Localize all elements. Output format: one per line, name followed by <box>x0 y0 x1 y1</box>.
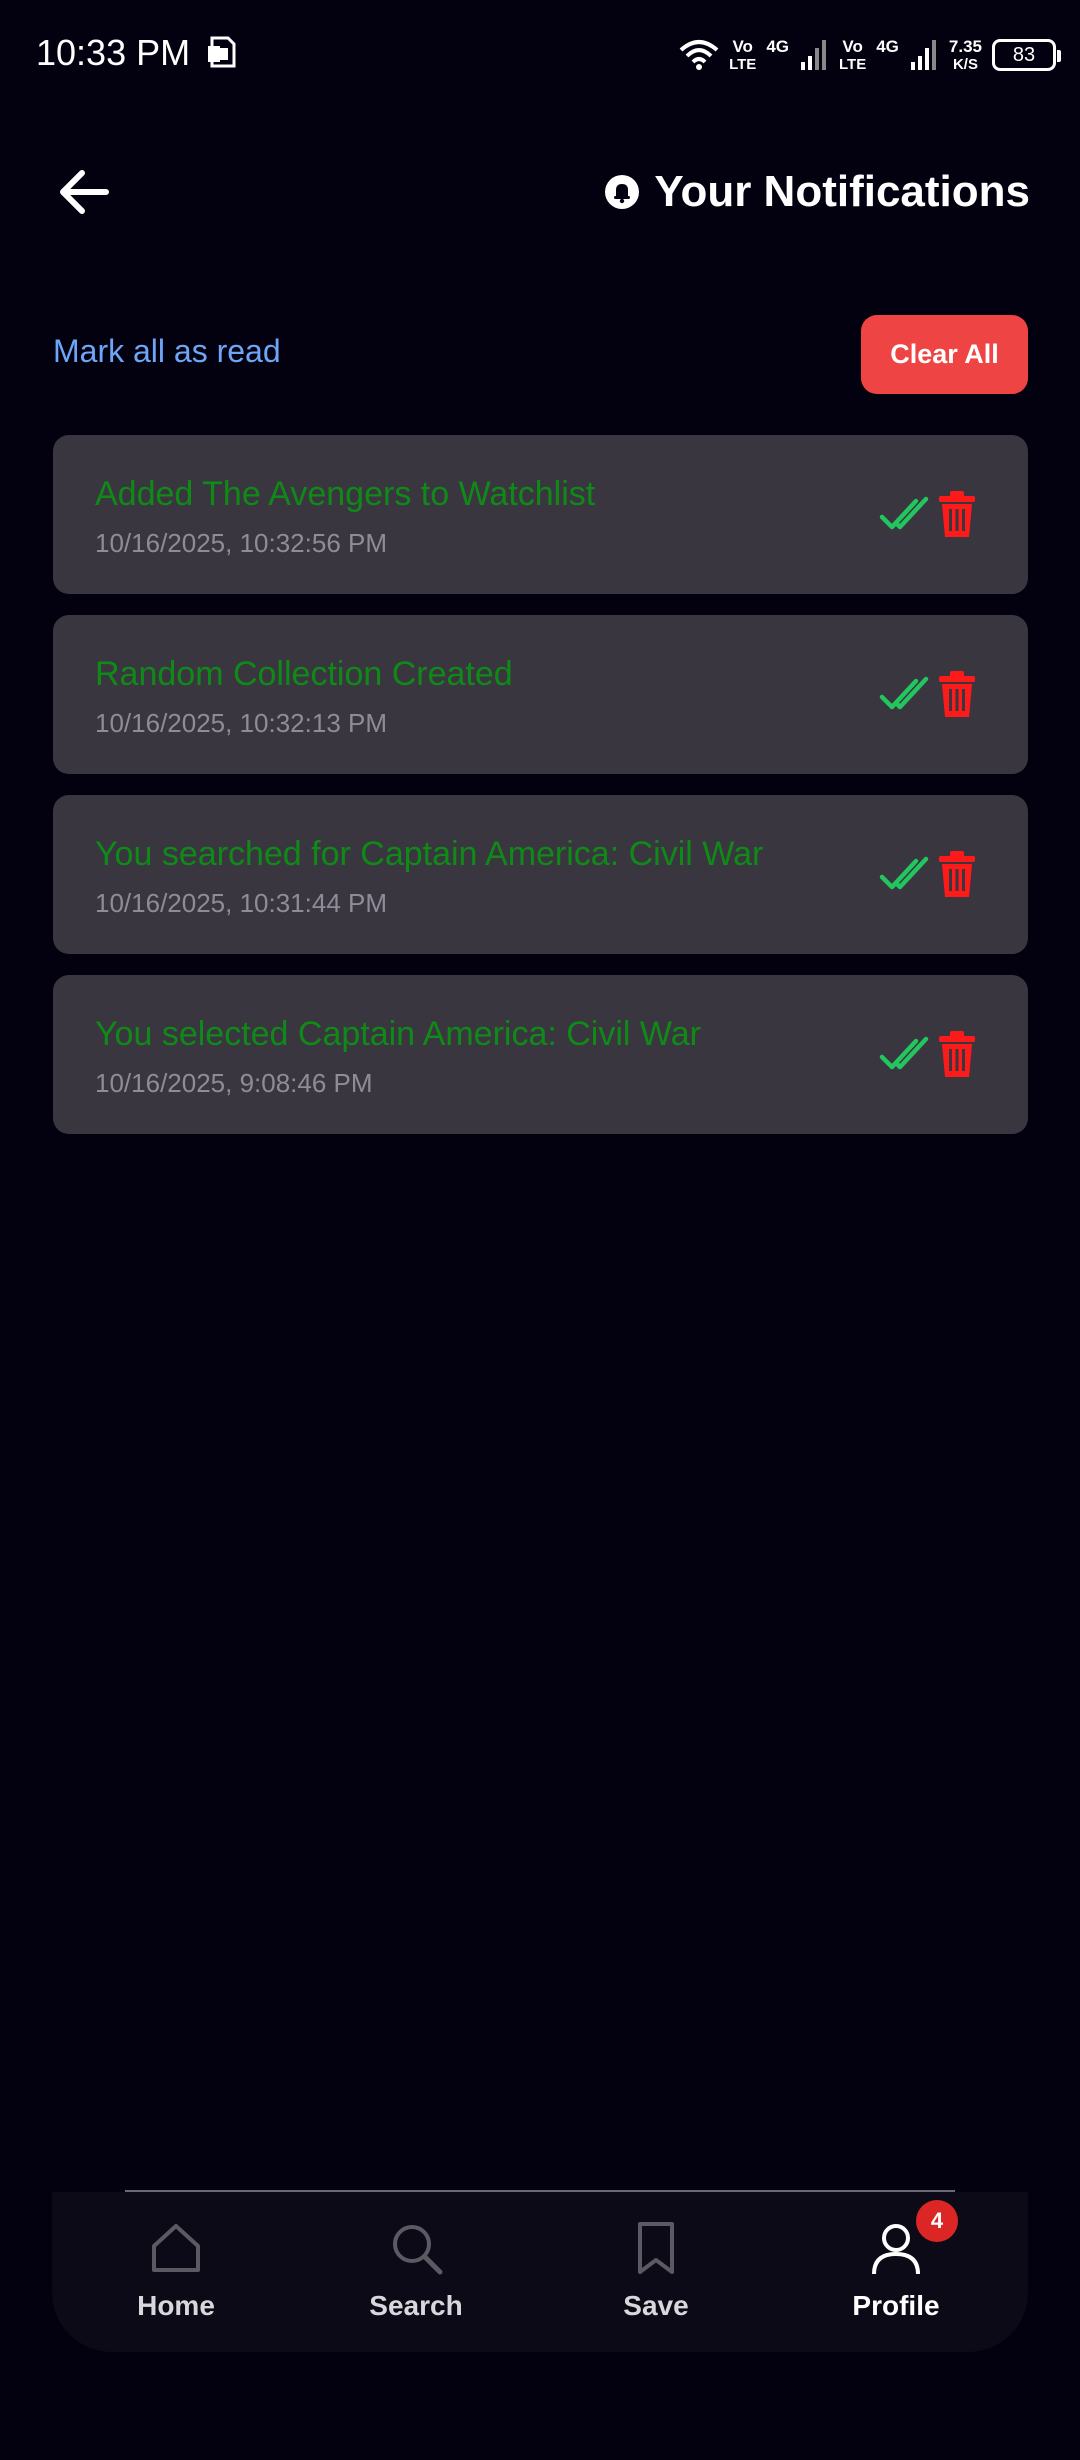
nav-label-save: Save <box>623 2290 689 2321</box>
volte-2-top: Vo <box>842 37 863 56</box>
bell-icon <box>605 175 640 209</box>
user-icon <box>872 2224 920 2275</box>
nav-item-home[interactable]: Home <box>56 2192 296 2352</box>
notification-title: You searched for Captain America: Civil … <box>95 835 764 873</box>
network-speed-unit: K/S <box>952 56 978 73</box>
wifi-icon <box>679 40 719 70</box>
trash-icon[interactable] <box>937 1029 977 1079</box>
notification-time: 10/16/2025, 10:31:44 PM <box>95 888 388 918</box>
trash-icon[interactable] <box>937 669 977 719</box>
nav-label-home: Home <box>137 2290 215 2321</box>
network-4g-1-label: 4G <box>766 37 789 56</box>
sim-card-icon <box>208 36 236 68</box>
network-4g-2-label: 4G <box>876 37 899 56</box>
trash-icon[interactable] <box>937 849 977 899</box>
notification-list: Added The Avengers to Watchlist 10/16/20… <box>53 435 1028 1155</box>
arrow-left-icon <box>60 170 109 214</box>
network-4g-2: 4G <box>876 38 899 72</box>
nav-label-profile: Profile <box>852 2290 940 2321</box>
notification-card[interactable]: You selected Captain America: Civil War … <box>53 975 1028 1134</box>
back-button[interactable] <box>52 160 116 224</box>
status-indicators: Vo LTE 4G Vo LTE 4G 7.35 K/S 83 <box>679 30 1061 80</box>
network-speed-value: 7.35 <box>948 37 982 56</box>
notification-card[interactable]: Random Collection Created 10/16/2025, 10… <box>53 615 1028 774</box>
volte-indicator-1: Vo LTE <box>729 38 756 72</box>
notification-time: 10/16/2025, 10:32:56 PM <box>95 528 388 558</box>
network-4g-1: 4G <box>766 38 789 72</box>
notification-title: You selected Captain America: Civil War <box>95 1015 701 1053</box>
signal-icon-2 <box>910 40 936 70</box>
notification-count-badge: 4 <box>916 2200 958 2242</box>
battery-icon: 83 <box>992 39 1061 71</box>
status-time: 10:33 PM <box>36 32 191 73</box>
volte-indicator-2: Vo LTE <box>839 38 866 72</box>
double-check-icon[interactable] <box>879 1033 931 1075</box>
notification-card[interactable]: You searched for Captain America: Civil … <box>53 795 1028 954</box>
page-title: Your Notifications <box>654 167 1030 216</box>
notifications-screen: 10:33 PM Vo LTE 4G Vo LTE 4G 7.35 K/S 83… <box>0 0 1080 2460</box>
bottom-nav: Home Search Save Profile 4 <box>52 2192 1028 2352</box>
notification-title: Random Collection Created <box>95 655 513 693</box>
nav-item-search[interactable]: Search <box>296 2192 536 2352</box>
status-bar: 10:33 PM Vo LTE 4G Vo LTE 4G 7.35 K/S 83 <box>0 0 1080 110</box>
battery-level: 83 <box>1012 43 1036 66</box>
mark-all-read-link[interactable]: Mark all as read <box>53 333 281 370</box>
nav-item-profile[interactable]: Profile 4 <box>776 2192 1016 2352</box>
bookmark-icon <box>638 2222 674 2274</box>
trash-icon[interactable] <box>937 489 977 539</box>
notification-time: 10/16/2025, 9:08:46 PM <box>95 1068 373 1098</box>
double-check-icon[interactable] <box>879 673 931 715</box>
nav-item-save[interactable]: Save <box>536 2192 776 2352</box>
notification-time: 10/16/2025, 10:32:13 PM <box>95 708 388 738</box>
volte-1-top: Vo <box>732 37 753 56</box>
double-check-icon[interactable] <box>879 853 931 895</box>
double-check-icon[interactable] <box>879 493 931 535</box>
notification-title: Added The Avengers to Watchlist <box>95 475 596 513</box>
network-speed: 7.35 K/S <box>949 38 982 72</box>
volte-1-bottom: LTE <box>729 56 757 73</box>
search-icon <box>393 2225 443 2275</box>
clear-all-button[interactable]: Clear All <box>861 315 1028 394</box>
page-header: Your Notifications <box>604 164 1030 220</box>
notification-card[interactable]: Added The Avengers to Watchlist 10/16/20… <box>53 435 1028 594</box>
volte-2-bottom: LTE <box>839 56 867 73</box>
home-icon <box>152 2224 200 2272</box>
nav-label-search: Search <box>369 2290 463 2321</box>
signal-icon-1 <box>801 40 826 70</box>
